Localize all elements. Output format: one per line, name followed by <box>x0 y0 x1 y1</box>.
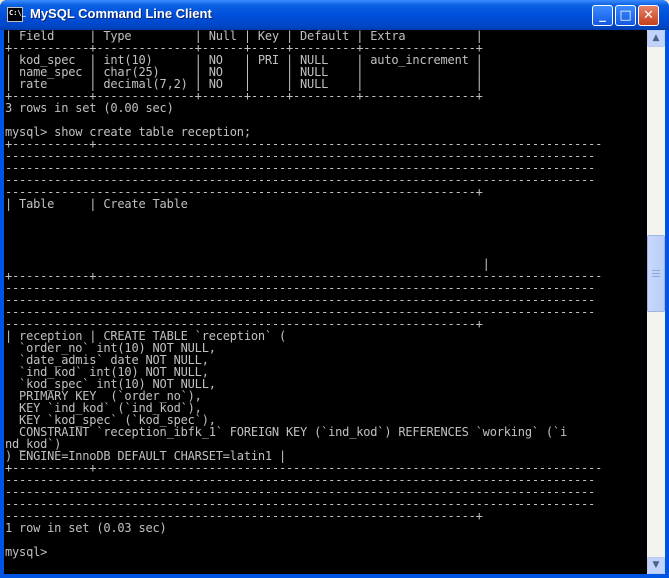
app-icon-glyph: C:\_ <box>9 9 26 17</box>
close-button[interactable]: ✕ <box>638 5 659 26</box>
console-lines: | Field | Type | Null | Key | Default | … <box>4 30 645 558</box>
console-area[interactable]: | Field | Type | Null | Key | Default | … <box>4 30 665 574</box>
console-line: 1 row in set (0.03 sec) <box>5 521 167 535</box>
console-window: C:\_ MySQL Command Line Client _ □ ✕ | F… <box>0 0 669 578</box>
console-output[interactable]: | Field | Type | Null | Key | Default | … <box>4 30 645 574</box>
window-title: MySQL Command Line Client <box>30 6 212 21</box>
vertical-scrollbar[interactable]: ▲ ▼ <box>647 30 665 574</box>
maximize-button[interactable]: □ <box>615 5 636 26</box>
thumb-grip-line <box>652 273 660 274</box>
scroll-down-button[interactable]: ▼ <box>647 557 665 574</box>
minimize-button[interactable]: _ <box>592 5 613 26</box>
console-line: CONSTRAINT `reception_ibfk_1` FOREIGN KE… <box>5 425 567 439</box>
scroll-thumb[interactable] <box>647 235 665 312</box>
console-line: mysql> <box>5 545 48 559</box>
console-app-icon[interactable]: C:\_ <box>7 7 26 22</box>
thumb-grip-line <box>652 276 660 277</box>
console-line: 3 rows in set (0.00 sec) <box>5 101 174 115</box>
console-line: | Table | Create Table <box>5 197 188 211</box>
title-bar[interactable]: C:\_ MySQL Command Line Client _ □ ✕ <box>0 0 669 30</box>
thumb-grip-line <box>652 270 660 271</box>
scroll-up-button[interactable]: ▲ <box>647 30 665 47</box>
